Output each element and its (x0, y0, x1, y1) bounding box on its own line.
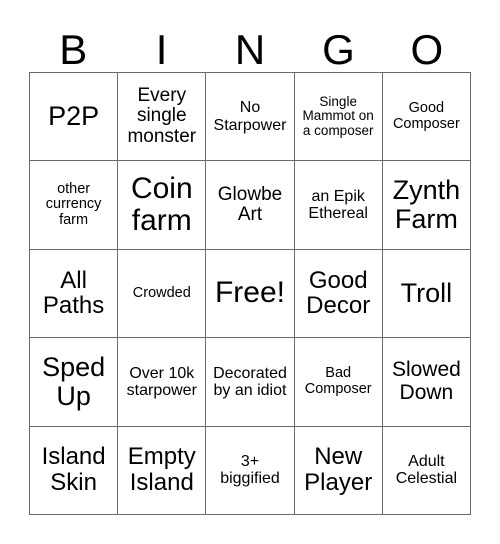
bingo-cell[interactable]: Decorated by an idiot (206, 338, 295, 427)
bingo-cell-label: Free! (214, 276, 285, 310)
bingo-cell-label: Single Mammot on a composer (302, 93, 374, 138)
bingo-cell-label: Empty Island (127, 443, 196, 497)
bingo-cell-label: 3+ biggified (220, 453, 280, 488)
bingo-cell[interactable]: other currency farm (30, 161, 119, 250)
bingo-cell[interactable]: Over 10k starpower (118, 338, 207, 427)
bingo-cell-label: Good Decor (306, 266, 371, 320)
bingo-header-letter-b: B (59, 26, 88, 74)
bingo-cell[interactable]: Troll (382, 249, 471, 339)
bingo-header-letter-i: I (155, 26, 168, 74)
bingo-cell-label: an Epik Ethereal (308, 187, 368, 223)
bingo-cell-label: Troll (400, 277, 453, 308)
bingo-card: B I N G O P2P Every single monster No St… (0, 0, 500, 544)
bingo-cell[interactable]: 3+ biggified (206, 426, 295, 515)
bingo-cell-free-space[interactable]: Free! (206, 249, 295, 339)
bingo-cell[interactable]: Adult Celestial (382, 426, 471, 515)
bingo-header-letter-o: O (410, 26, 444, 74)
bingo-cell-label: No Starpower (213, 99, 287, 134)
bingo-cell-label: Bad Composer (304, 365, 372, 397)
bingo-cell[interactable]: Crowded (118, 249, 207, 339)
bingo-header-letter-n: N (234, 26, 266, 74)
bingo-cell[interactable]: Island Skin (30, 426, 119, 515)
bingo-cell[interactable]: Bad Composer (294, 338, 383, 427)
bingo-cell[interactable]: Zynth Farm (382, 161, 471, 250)
bingo-cell-label: Adult Celestial (395, 453, 458, 488)
bingo-cell[interactable]: Coin farm (118, 161, 207, 250)
bingo-header-row: B I N G O (29, 14, 471, 72)
bingo-cell-label: Zynth Farm (392, 174, 461, 235)
bingo-cell[interactable]: Sped Up (30, 338, 119, 427)
bingo-cell-label: other currency farm (45, 180, 102, 228)
bingo-cell[interactable]: No Starpower (206, 73, 295, 162)
bingo-cell-label: Decorated by an idiot (213, 364, 287, 399)
bingo-header-letter-g: G (322, 26, 355, 74)
bingo-cell[interactable]: Empty Island (118, 426, 207, 515)
bingo-cell-label: Crowded (132, 284, 191, 301)
bingo-grid: P2P Every single monster No Starpower Si… (29, 72, 471, 515)
bingo-cell[interactable]: Good Composer (382, 73, 471, 162)
bingo-cell-label: Coin farm (130, 171, 193, 238)
bingo-cell[interactable]: Glowbe Art (206, 161, 295, 250)
bingo-cell-label: All Paths (42, 266, 105, 320)
bingo-cell-label: P2P (48, 101, 100, 132)
bingo-cell-label: Over 10k starpower (126, 364, 197, 399)
bingo-cell-label: Island Skin (41, 443, 106, 497)
bingo-cell[interactable]: Single Mammot on a composer (294, 73, 383, 162)
bingo-cell[interactable]: Every single monster (118, 73, 207, 162)
bingo-cell[interactable]: Good Decor (294, 249, 383, 339)
bingo-cell[interactable]: P2P (30, 73, 119, 162)
bingo-cell[interactable]: New Player (294, 426, 383, 515)
bingo-cell[interactable]: Slowed Down (382, 338, 471, 427)
bingo-cell[interactable]: All Paths (30, 249, 119, 339)
bingo-cell-label: New Player (304, 443, 373, 497)
bingo-cell-label: Every single monster (127, 84, 197, 147)
bingo-cell-label: Sped Up (42, 351, 106, 411)
bingo-cell-label: Slowed Down (391, 358, 461, 404)
bingo-cell-label: Glowbe Art (217, 183, 283, 226)
bingo-cell-label: Good Composer (392, 100, 460, 132)
bingo-cell[interactable]: an Epik Ethereal (294, 161, 383, 250)
